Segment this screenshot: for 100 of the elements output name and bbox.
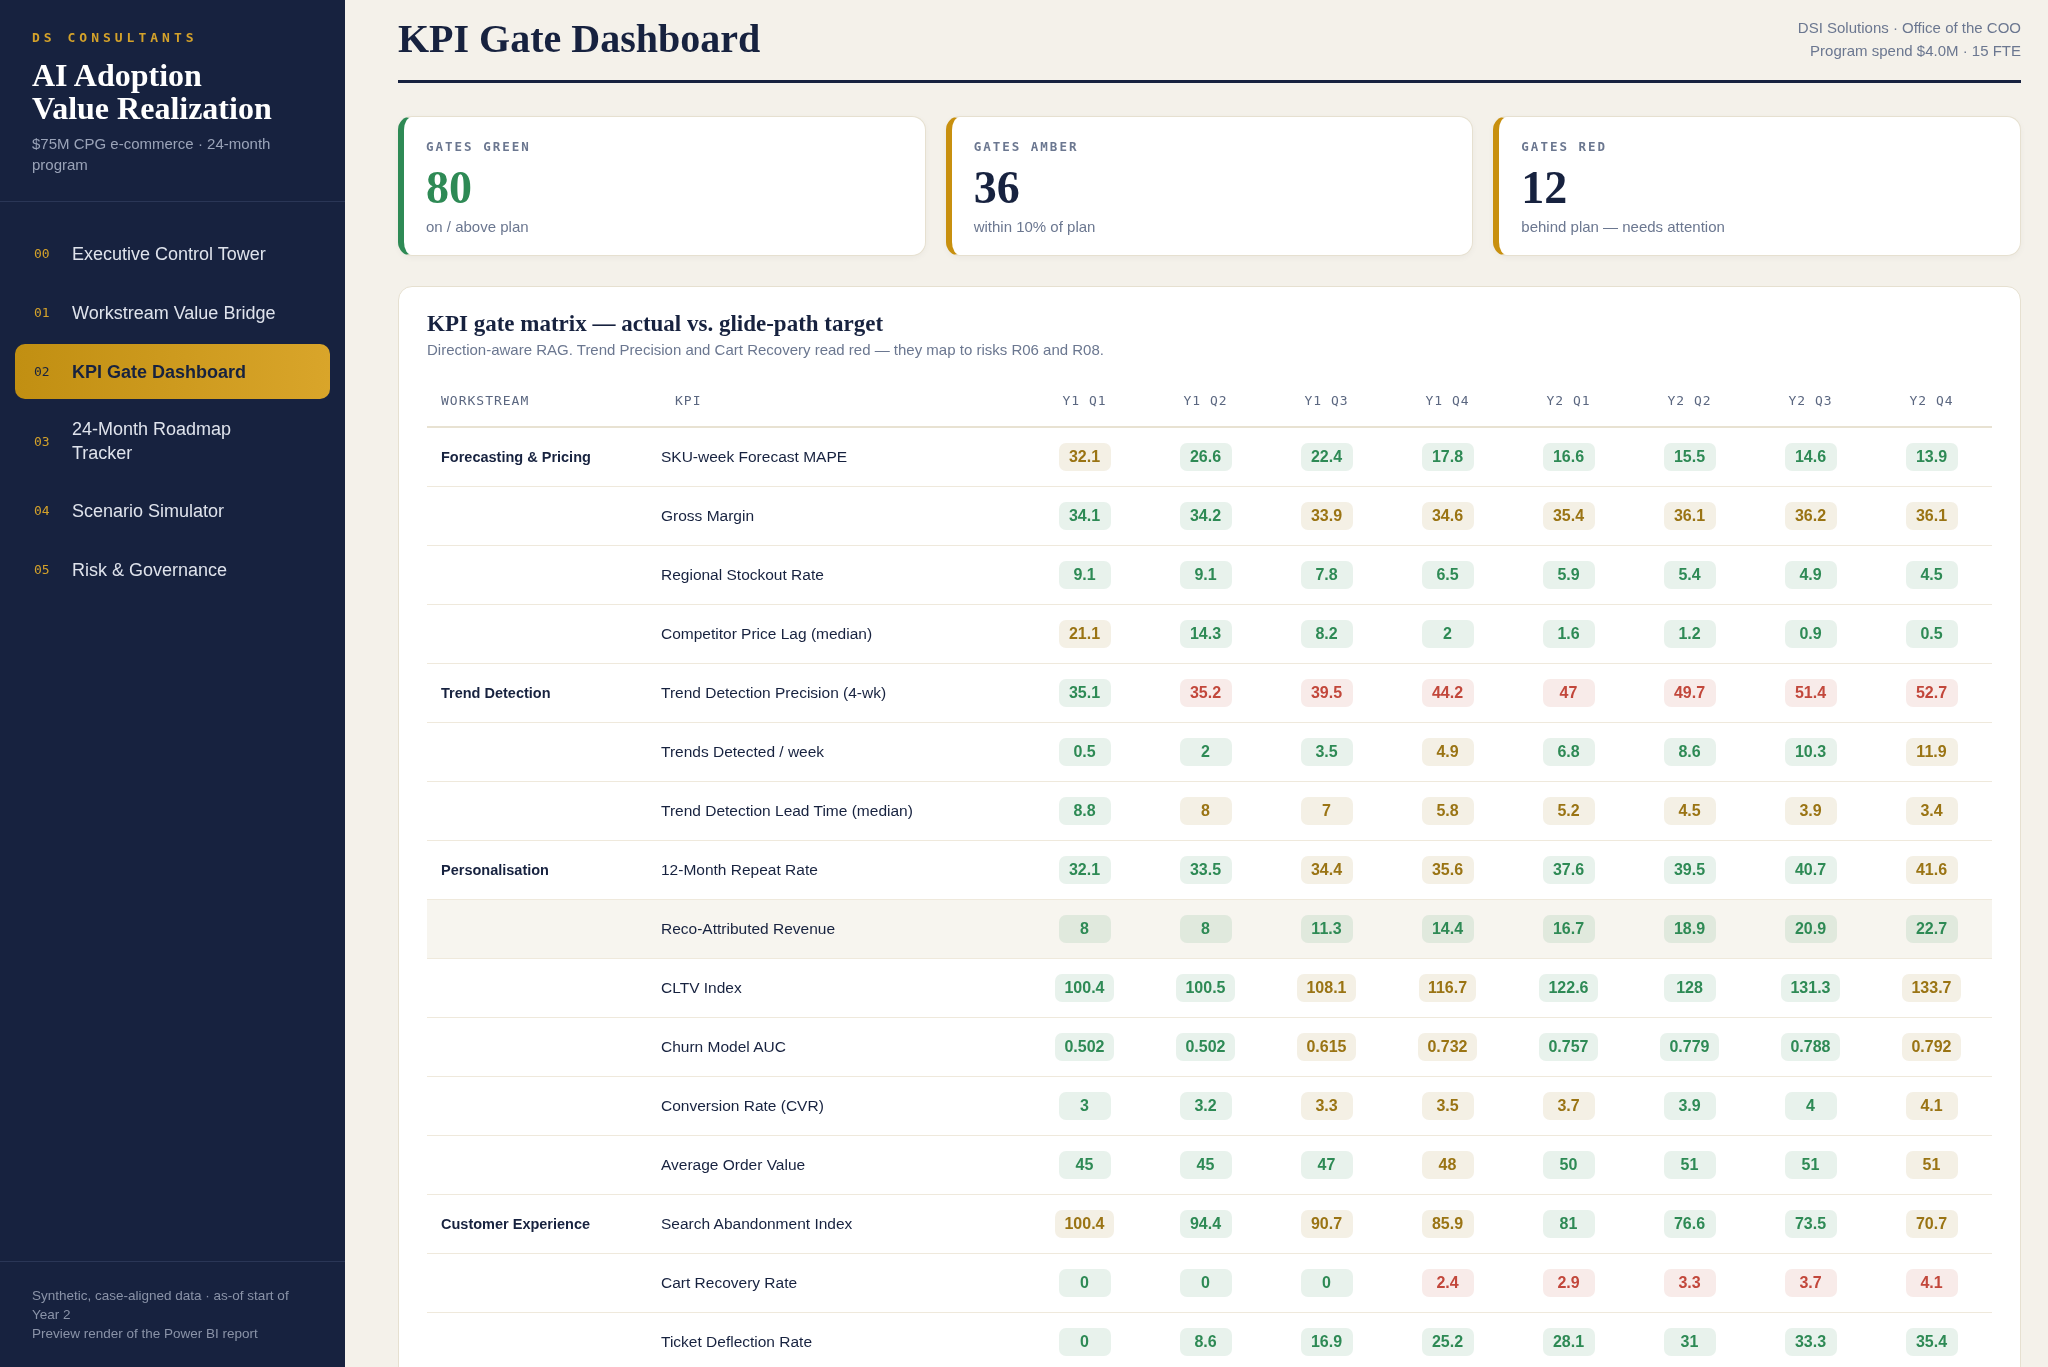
status-pill: 8.6 [1663, 738, 1716, 766]
kpi-name: Trend Detection Precision (4-wk) [661, 684, 887, 701]
status-pill: 35.6 [1421, 856, 1474, 884]
column-header: Y1 Q2 [1145, 374, 1266, 427]
status-pill: 0.502 [1055, 1033, 1114, 1061]
status-pill: 3.3 [1663, 1269, 1716, 1297]
status-pill: 51 [1784, 1151, 1837, 1179]
status-pill: 2.4 [1421, 1269, 1474, 1297]
status-pill: 3.5 [1421, 1092, 1474, 1120]
status-pill: 13.9 [1905, 443, 1958, 471]
status-pill: 0.5 [1905, 620, 1958, 648]
status-pill: 35.4 [1905, 1328, 1958, 1356]
kpi-name: Cart Recovery Rate [661, 1274, 798, 1291]
column-header: Y1 Q1 [1024, 374, 1145, 427]
nav-item[interactable]: 00 Executive Control Tower [15, 226, 330, 281]
column-header: Y1 Q3 [1266, 374, 1387, 427]
status-pill: 2 [1421, 620, 1474, 648]
nav-item[interactable]: 03 24-Month Roadmap Tracker [15, 403, 330, 479]
status-pill: 8 [1179, 915, 1232, 943]
kpi-name: Reco-Attributed Revenue [661, 920, 836, 937]
status-pill: 100.5 [1176, 974, 1235, 1002]
status-pill: 0.615 [1297, 1033, 1356, 1061]
status-pill: 10.3 [1784, 738, 1837, 766]
kpi-name: Gross Margin [661, 507, 755, 524]
status-pill: 4.1 [1905, 1269, 1958, 1297]
kpi-name: Average Order Value [661, 1156, 806, 1173]
status-pill: 16.6 [1542, 443, 1595, 471]
brand-label: DS CONSULTANTS [32, 30, 199, 45]
status-pill: 133.7 [1902, 974, 1961, 1002]
status-pill: 32.1 [1058, 443, 1111, 471]
status-pill: 14.3 [1179, 620, 1232, 648]
card-note: behind plan — needs attention [1521, 218, 1726, 235]
nav-item[interactable]: 04 Scenario Simulator [15, 483, 330, 538]
status-pill: 0.757 [1539, 1033, 1598, 1061]
column-header: Y2 Q4 [1871, 374, 1992, 427]
status-pill: 51 [1663, 1151, 1716, 1179]
status-pill: 41.6 [1905, 856, 1958, 884]
nav-item[interactable]: 01 Workstream Value Bridge [15, 285, 330, 340]
status-pill: 49.7 [1663, 679, 1716, 707]
workstream-name: Trend Detection [441, 685, 551, 701]
status-pill: 34.4 [1300, 856, 1353, 884]
status-pill: 4.9 [1421, 738, 1474, 766]
status-pill: 50 [1542, 1151, 1595, 1179]
header-meta: DSI Solutions · Office of the COO [1797, 18, 2021, 38]
status-pill: 94.4 [1179, 1210, 1232, 1238]
status-pill: 33.5 [1179, 856, 1232, 884]
status-pill: 122.6 [1539, 974, 1598, 1002]
status-pill: 0.732 [1418, 1033, 1477, 1061]
status-pill: 34.6 [1421, 502, 1474, 530]
column-header: Y2 Q1 [1508, 374, 1629, 427]
kpi-name: Search Abandonment Index [661, 1215, 853, 1232]
status-pill: 1.2 [1663, 620, 1716, 648]
nav-item[interactable]: 02 KPI Gate Dashboard [15, 344, 330, 399]
status-pill: 8.2 [1300, 620, 1353, 648]
kpi-name: 12-Month Repeat Rate [661, 861, 818, 878]
status-pill: 2 [1179, 738, 1232, 766]
status-pill: 8.6 [1179, 1328, 1232, 1356]
status-pill: 47 [1300, 1151, 1353, 1179]
card-label: GATES AMBER [973, 139, 1080, 154]
status-pill: 3.2 [1179, 1092, 1232, 1120]
status-pill: 0.9 [1784, 620, 1837, 648]
status-pill: 0 [1179, 1269, 1232, 1297]
status-pill: 21.1 [1058, 620, 1111, 648]
status-pill: 45 [1058, 1151, 1111, 1179]
status-pill: 9.1 [1058, 561, 1111, 589]
kpi-name: Trends Detected / week [661, 743, 825, 760]
status-pill: 3.5 [1300, 738, 1353, 766]
status-pill: 0.5 [1058, 738, 1111, 766]
status-pill: 36.2 [1784, 502, 1837, 530]
header-meta: Program spend $4.0M · 15 FTE [1809, 41, 2021, 61]
status-pill: 81 [1542, 1210, 1595, 1238]
kpi-name: Trend Detection Lead Time (median) [661, 802, 913, 819]
status-pill: 3.9 [1784, 797, 1837, 825]
status-pill: 4.5 [1905, 561, 1958, 589]
kpi-name: Competitor Price Lag (median) [661, 625, 873, 642]
status-pill: 34.2 [1179, 502, 1232, 530]
card-note: within 10% of plan [973, 218, 1097, 235]
kpi-name: SKU-week Forecast MAPE [661, 448, 848, 465]
status-pill: 1.6 [1542, 620, 1595, 648]
status-pill: 51.4 [1784, 679, 1837, 707]
status-pill: 8 [1058, 915, 1111, 943]
status-pill: 20.9 [1784, 915, 1837, 943]
status-pill: 15.5 [1663, 443, 1716, 471]
nav-item[interactable]: 05 Risk & Governance [15, 542, 330, 597]
card-note: on / above plan [426, 218, 530, 235]
kpi-name: CLTV Index [661, 979, 742, 996]
status-pill: 11.3 [1300, 915, 1353, 943]
status-pill: 3.3 [1300, 1092, 1353, 1120]
status-pill: 0 [1058, 1269, 1111, 1297]
status-pill: 44.2 [1421, 679, 1474, 707]
status-pill: 34.1 [1058, 502, 1111, 530]
status-pill: 4.5 [1663, 797, 1716, 825]
status-pill: 2.9 [1542, 1269, 1595, 1297]
status-pill: 100.4 [1055, 974, 1114, 1002]
status-pill: 3.4 [1905, 797, 1958, 825]
status-pill: 0.779 [1660, 1033, 1719, 1061]
column-header: WORKSTREAM [427, 374, 661, 427]
status-pill: 39.5 [1663, 856, 1716, 884]
panel-subtitle: Direction-aware RAG. Trend Precision and Cart Recovery read red — they map to risks R06 and R08. [427, 341, 1105, 358]
kpi-name: Churn Model AUC [661, 1038, 786, 1055]
